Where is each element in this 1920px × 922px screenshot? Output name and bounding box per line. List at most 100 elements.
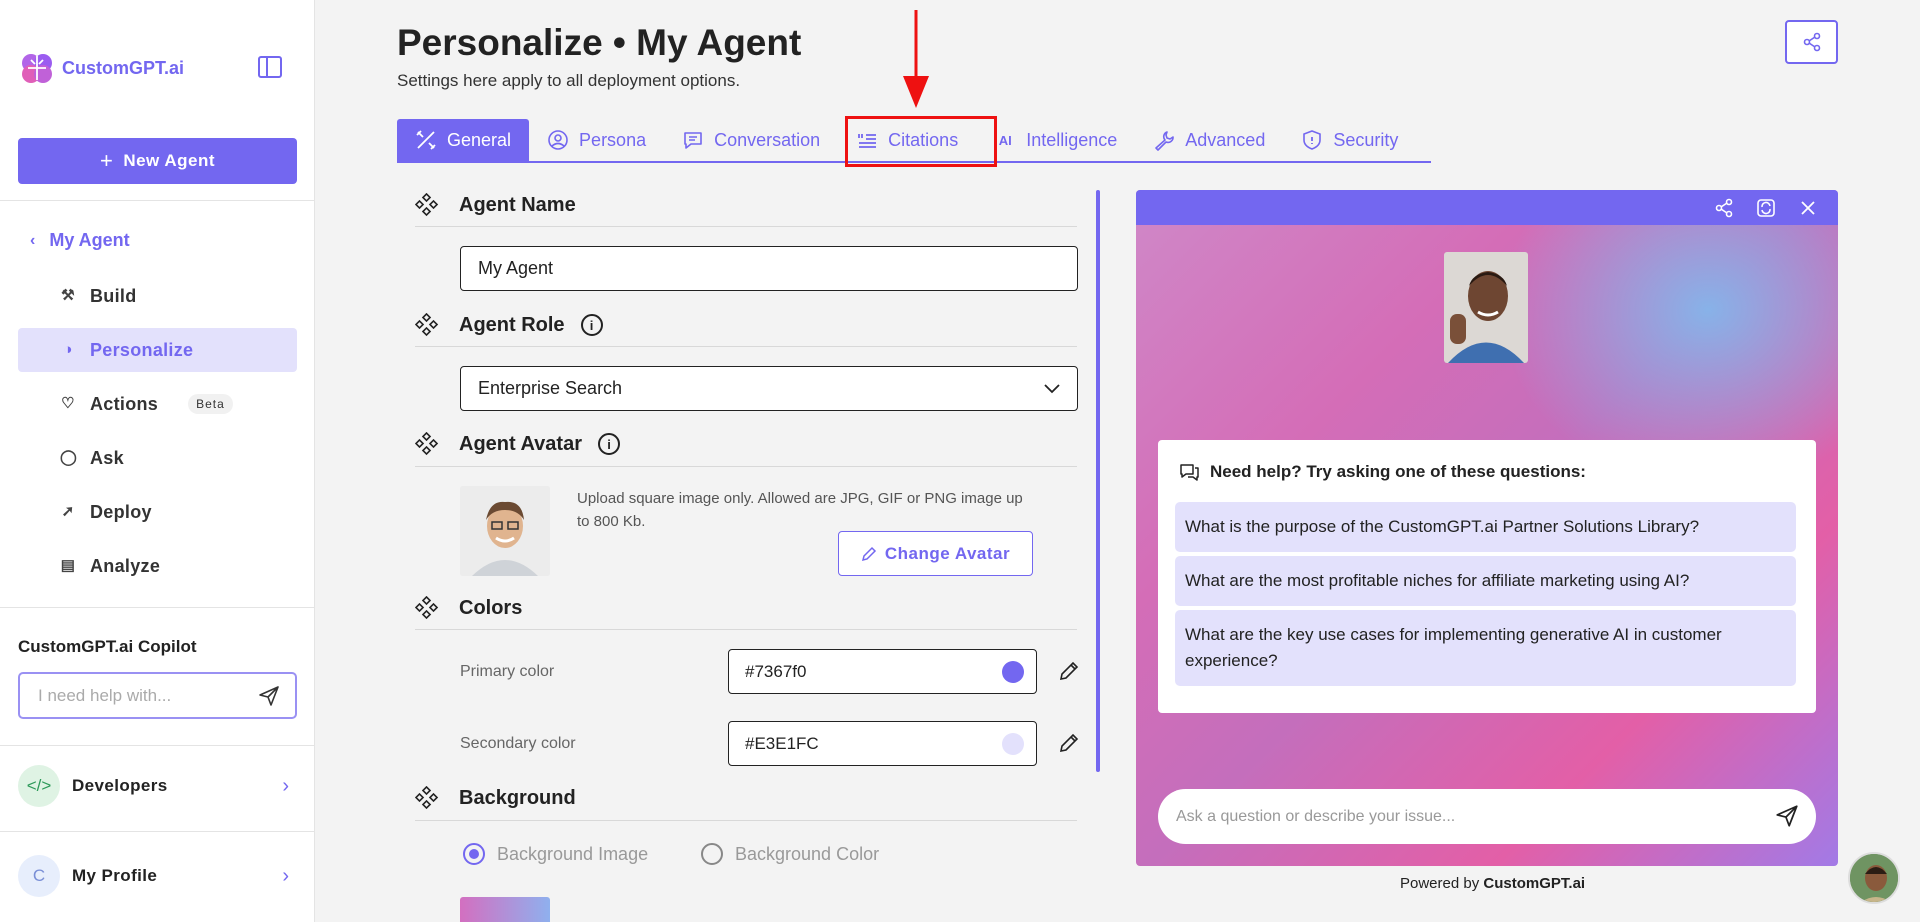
chat-icon: ◯ bbox=[60, 449, 78, 466]
agent-role-select[interactable]: Enterprise Search bbox=[460, 366, 1078, 411]
drag-handle-icon bbox=[415, 596, 439, 620]
support-avatar-button[interactable] bbox=[1848, 852, 1900, 904]
sidebar-item-label: Analyze bbox=[90, 555, 161, 576]
refresh-icon[interactable] bbox=[1756, 198, 1776, 218]
logo[interactable]: CustomGPT.ai bbox=[18, 50, 184, 86]
tab-conversation[interactable]: Conversation bbox=[664, 119, 838, 161]
developers-link[interactable]: </> Developers › bbox=[18, 763, 297, 809]
sidebar-item-personalize[interactable]: ◑ Personalize bbox=[18, 328, 297, 372]
send-icon[interactable] bbox=[257, 684, 281, 708]
share-button[interactable] bbox=[1785, 20, 1838, 64]
tab-persona[interactable]: Persona bbox=[529, 119, 664, 161]
tab-security[interactable]: Security bbox=[1283, 119, 1416, 161]
background-image-option[interactable]: Background Image bbox=[463, 843, 648, 865]
preview-toolbar bbox=[1136, 190, 1838, 225]
back-to-agent-link[interactable]: ‹ My Agent bbox=[30, 230, 130, 251]
annotation-highlight bbox=[845, 116, 997, 167]
powered-brand[interactable]: CustomGPT.ai bbox=[1483, 875, 1585, 892]
chevron-down-icon bbox=[1044, 384, 1060, 394]
agent-back-label: My Agent bbox=[49, 230, 130, 250]
tab-intelligence[interactable]: AI Intelligence bbox=[976, 119, 1135, 161]
new-agent-label: New Agent bbox=[123, 151, 216, 170]
tab-label: General bbox=[447, 129, 512, 150]
primary-color-label: Primary color bbox=[460, 663, 555, 680]
scrollbar[interactable] bbox=[1096, 190, 1100, 772]
profile-label: My Profile bbox=[72, 866, 158, 885]
suggested-question[interactable]: What are the key use cases for implement… bbox=[1175, 610, 1796, 686]
agent-avatar-heading: Agent Avatar i bbox=[415, 432, 620, 456]
tools-icon bbox=[416, 130, 436, 150]
tab-general[interactable]: General bbox=[397, 119, 530, 161]
suggested-question[interactable]: What is the purpose of the CustomGPT.ai … bbox=[1175, 502, 1796, 552]
chevron-right-icon: › bbox=[282, 774, 289, 797]
primary-color-swatch[interactable] bbox=[1002, 661, 1024, 683]
pencil-icon bbox=[861, 546, 876, 561]
tab-advanced[interactable]: Advanced bbox=[1135, 119, 1283, 161]
color-picker-icon[interactable] bbox=[1057, 731, 1081, 755]
chevron-right-icon: › bbox=[282, 864, 289, 887]
primary-color-input[interactable]: #7367f0 bbox=[728, 649, 1037, 694]
info-icon[interactable]: i bbox=[580, 314, 603, 336]
section-title: Background bbox=[459, 786, 576, 809]
sidebar-item-build[interactable]: ⚒ Build bbox=[18, 274, 297, 318]
bot-avatar-image bbox=[1444, 252, 1528, 363]
section-title: Agent Name bbox=[459, 193, 576, 216]
chat-input[interactable]: Ask a question or describe your issue... bbox=[1158, 789, 1816, 844]
sidebar-item-actions[interactable]: ♡ Actions Beta bbox=[18, 382, 297, 426]
change-avatar-button[interactable]: Change Avatar bbox=[838, 531, 1033, 576]
secondary-color-value: #E3E1FC bbox=[745, 733, 819, 753]
background-color-option[interactable]: Background Color bbox=[701, 843, 879, 865]
plus-icon: + bbox=[99, 148, 114, 173]
chat-input-placeholder: Ask a question or describe your issue... bbox=[1176, 807, 1456, 825]
divider bbox=[415, 226, 1077, 227]
sidebar-item-ask[interactable]: ◯ Ask bbox=[18, 436, 297, 480]
agent-name-input[interactable]: My Agent bbox=[460, 246, 1078, 291]
agent-role-heading: Agent Role i bbox=[415, 313, 603, 337]
colors-heading: Colors bbox=[415, 596, 522, 620]
powered-by: Powered by CustomGPT.ai bbox=[1400, 875, 1585, 892]
divider bbox=[415, 820, 1077, 821]
secondary-color-swatch[interactable] bbox=[1002, 733, 1024, 755]
beta-badge: Beta bbox=[188, 394, 233, 414]
bar-chart-icon: ▤ bbox=[60, 557, 76, 574]
page-subtitle: Settings here apply to all deployment op… bbox=[397, 71, 741, 90]
copilot-input[interactable] bbox=[38, 685, 248, 706]
brain-logo-icon bbox=[22, 54, 52, 83]
radio-label: Background Color bbox=[735, 843, 880, 864]
close-icon[interactable] bbox=[1798, 198, 1818, 218]
hammer-icon: ⚒ bbox=[61, 287, 75, 304]
radio-unselected[interactable] bbox=[701, 843, 723, 865]
profile-link[interactable]: C My Profile › bbox=[18, 853, 297, 899]
share-icon[interactable] bbox=[1714, 198, 1734, 218]
send-icon[interactable] bbox=[1774, 803, 1800, 829]
sidebar-item-label: Ask bbox=[90, 447, 124, 468]
collapse-sidebar-icon[interactable] bbox=[258, 56, 282, 78]
ai-icon: AI bbox=[998, 132, 1012, 148]
background-thumbnail bbox=[460, 897, 550, 922]
divider bbox=[0, 831, 315, 832]
secondary-color-label: Secondary color bbox=[460, 735, 576, 752]
agent-name-heading: Agent Name bbox=[415, 193, 576, 217]
sidebar-item-label: Actions bbox=[90, 393, 159, 414]
divider bbox=[415, 466, 1077, 467]
copilot-input-box bbox=[18, 672, 297, 719]
divider bbox=[0, 607, 315, 608]
color-picker-icon[interactable] bbox=[1057, 659, 1081, 683]
sidebar-item-deploy[interactable]: ➚ Deploy bbox=[18, 490, 297, 534]
radio-label: Background Image bbox=[497, 843, 649, 864]
drag-handle-icon bbox=[415, 313, 439, 337]
tab-label: Conversation bbox=[714, 129, 821, 150]
drag-handle-icon bbox=[415, 786, 439, 810]
wrench-icon bbox=[1155, 131, 1175, 151]
tab-label: Persona bbox=[579, 129, 647, 150]
radio-selected[interactable] bbox=[463, 843, 485, 865]
section-title: Colors bbox=[459, 596, 523, 619]
info-icon[interactable]: i bbox=[598, 433, 620, 455]
primary-color-value: #7367f0 bbox=[745, 661, 807, 681]
developers-label: Developers bbox=[72, 776, 168, 795]
sidebar-item-analyze[interactable]: ▤ Analyze bbox=[18, 544, 297, 588]
section-title: Agent Avatar bbox=[459, 432, 582, 455]
secondary-color-input[interactable]: #E3E1FC bbox=[728, 721, 1037, 766]
suggested-question[interactable]: What are the most profitable niches for … bbox=[1175, 556, 1796, 606]
new-agent-button[interactable]: + New Agent bbox=[18, 138, 297, 184]
